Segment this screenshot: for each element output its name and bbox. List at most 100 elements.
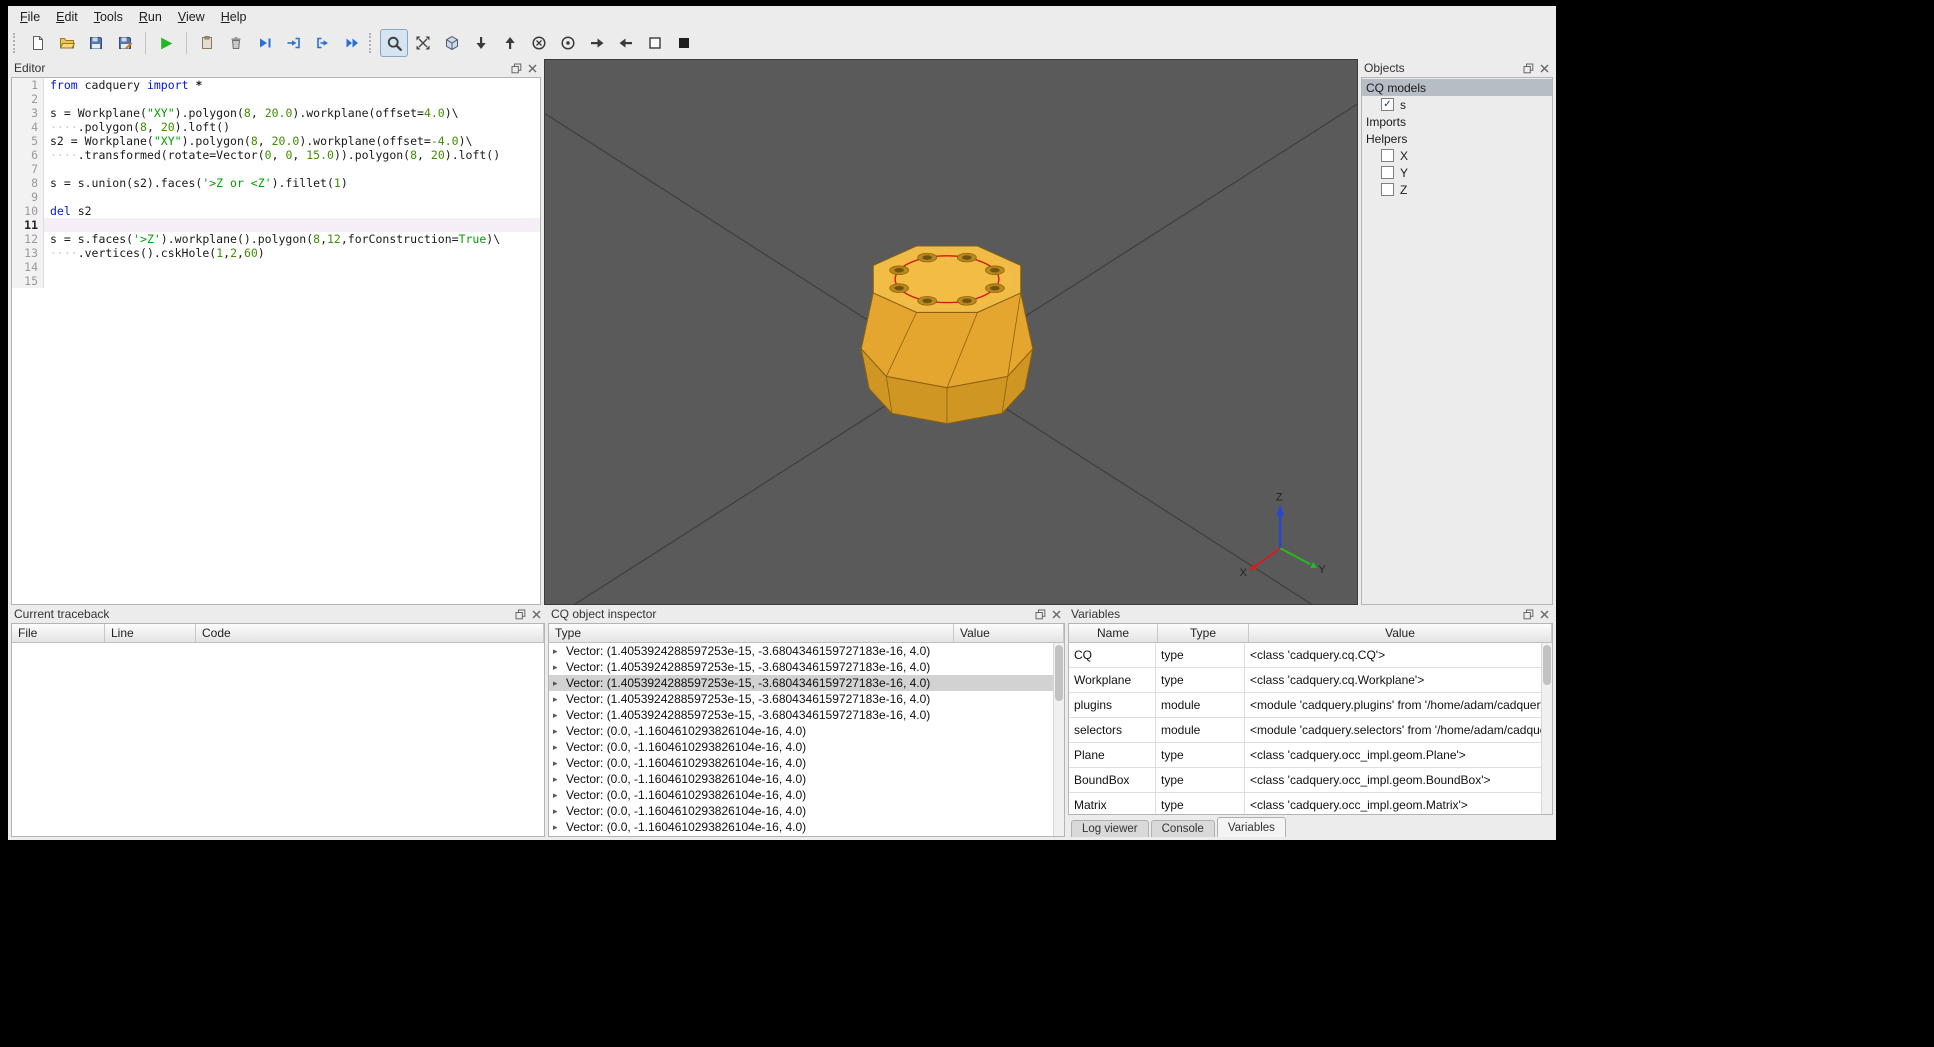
menu-help[interactable]: Help [213, 9, 255, 25]
float-panel-icon[interactable] [1034, 608, 1046, 620]
clipboard-button[interactable] [193, 29, 221, 57]
scrollbar-thumb[interactable] [1055, 645, 1063, 701]
delete-traces-button[interactable] [222, 29, 250, 57]
expander-icon[interactable]: ▸ [553, 646, 566, 657]
expander-icon[interactable]: ▸ [553, 726, 566, 737]
checkbox-z[interactable] [1381, 183, 1394, 196]
code-line-6[interactable]: 6 ····.transformed(rotate=Vector(0, 0, 15… [12, 148, 540, 162]
code-line-9[interactable]: 9 [12, 190, 540, 204]
expander-icon[interactable]: ▸ [553, 710, 566, 721]
variable-row-cq[interactable]: CQ type <class 'cadquery.cq.CQ'> [1069, 643, 1552, 668]
viewport-3d[interactable]: Z X Y [544, 59, 1358, 605]
variable-row-plane[interactable]: Plane type <class 'cadquery.occ_impl.geom.… [1069, 743, 1552, 768]
traceback-column-line[interactable]: Line [105, 624, 196, 642]
shaded-button[interactable] [670, 29, 698, 57]
inspector-column-type[interactable]: Type [549, 624, 954, 642]
tree-item-cq-models[interactable]: CQ models [1362, 79, 1552, 96]
traceback-column-file[interactable]: File [12, 624, 105, 642]
float-panel-icon[interactable] [510, 62, 522, 74]
inspector-row[interactable]: ▸ Vector: (1.4053924288597253e-15, -3.680… [549, 691, 1064, 707]
inspector-row[interactable]: ▸ Vector: (0.0, -1.1604610293826104e-16, … [549, 803, 1064, 819]
inspector-row[interactable]: ▸ Vector: (0.0, -1.1604610293826104e-16, … [549, 723, 1064, 739]
variable-row-boundbox[interactable]: BoundBox type <class 'cadquery.occ_impl.ge… [1069, 768, 1552, 793]
tree-item-s[interactable]: ✓ s [1362, 96, 1552, 113]
float-panel-icon[interactable] [1522, 62, 1534, 74]
inspector-column-value[interactable]: Value [954, 624, 1064, 642]
close-panel-icon[interactable] [526, 62, 538, 74]
tree-item-x[interactable]: X [1362, 147, 1552, 164]
close-panel-icon[interactable] [1538, 608, 1550, 620]
cad-model[interactable] [860, 245, 1034, 425]
toolbar-handle[interactable] [13, 33, 18, 53]
expander-icon[interactable]: ▸ [553, 662, 566, 673]
traceback-column-code[interactable]: Code [196, 624, 544, 642]
inspector-row[interactable]: ▸ Vector: (1.4053924288597253e-15, -3.680… [549, 659, 1064, 675]
save-as-button[interactable] [111, 29, 139, 57]
code-line-14[interactable]: 14 [12, 260, 540, 274]
inspector-row[interactable]: ▸ Vector: (0.0, -1.1604610293826104e-16, … [549, 771, 1064, 787]
code-editor[interactable]: 1 from cadquery import * 2 3 s = Workplane("… [11, 77, 541, 605]
close-panel-icon[interactable] [1050, 608, 1062, 620]
variable-row-selectors[interactable]: selectors module <module 'cadquery.selecto… [1069, 718, 1552, 743]
menu-file[interactable]: File [12, 9, 48, 25]
menu-edit[interactable]: Edit [48, 9, 86, 25]
bottom-view-button[interactable] [496, 29, 524, 57]
expander-icon[interactable]: ▸ [553, 742, 566, 753]
tab-variables[interactable]: Variables [1216, 817, 1286, 837]
inspector-row[interactable]: ▸ Vector: (0.0, -1.1604610293826104e-16, … [549, 739, 1064, 755]
variables-column-value[interactable]: Value [1249, 624, 1552, 642]
inspector-row[interactable]: ▸ Vector: (0.0, -1.1604610293826104e-16, … [549, 819, 1064, 835]
code-line-5[interactable]: 5 s2 = Workplane("XY").polygon(8, 20.0).w… [12, 134, 540, 148]
toolbar-handle[interactable] [369, 33, 374, 53]
code-line-13[interactable]: 13 ····.vertices().cskHole(1,2,60) [12, 246, 540, 260]
left-view-button[interactable] [612, 29, 640, 57]
expander-icon[interactable]: ▸ [553, 806, 566, 817]
step-over-button[interactable] [251, 29, 279, 57]
code-line-3[interactable]: 3s = Workplane("XY").polygon(8, 20.0).wo… [12, 106, 540, 120]
variables-column-type[interactable]: Type [1158, 624, 1249, 642]
vertical-scrollbar[interactable] [1053, 643, 1064, 836]
close-panel-icon[interactable] [530, 608, 542, 620]
new-file-button[interactable] [24, 29, 52, 57]
back-view-button[interactable] [554, 29, 582, 57]
code-line-7[interactable]: 7 [12, 162, 540, 176]
variable-row-workplane[interactable]: Workplane type <class 'cadquery.cq.Workpla… [1069, 668, 1552, 693]
inspector-row[interactable]: ▸ Vector: (1.4053924288597253e-15, -3.680… [549, 707, 1064, 723]
wireframe-button[interactable] [641, 29, 669, 57]
expander-icon[interactable]: ▸ [553, 694, 566, 705]
step-out-button[interactable] [309, 29, 337, 57]
expander-icon[interactable]: ▸ [553, 790, 566, 801]
tree-item-z[interactable]: Z [1362, 181, 1552, 198]
code-line-8[interactable]: 8s = s.union(s2).faces('>Z or <Z').fille… [12, 176, 540, 190]
float-panel-icon[interactable] [1522, 608, 1534, 620]
tab-log-viewer[interactable]: Log viewer [1071, 820, 1149, 837]
variable-row-matrix[interactable]: Matrix type <class 'cadquery.occ_impl.geom… [1069, 793, 1552, 814]
tree-item-y[interactable]: Y [1362, 164, 1552, 181]
inspector-row[interactable]: ▸ Vector: (1.4053924288597253e-15, -3.680… [549, 643, 1064, 659]
close-panel-icon[interactable] [1538, 62, 1550, 74]
expander-icon[interactable]: ▸ [553, 678, 566, 689]
top-view-button[interactable] [467, 29, 495, 57]
tree-item-helpers[interactable]: Helpers [1362, 130, 1552, 147]
inspector-row[interactable]: ▸ Vector: (0.0, -1.1604610293826104e-16, … [549, 755, 1064, 771]
code-line-2[interactable]: 2 [12, 92, 540, 106]
vertical-scrollbar[interactable] [1541, 643, 1552, 814]
expander-icon[interactable]: ▸ [553, 758, 566, 769]
inspector-row[interactable]: ▸ Vector: (1.4053924288597253e-15, -3.680… [549, 675, 1064, 691]
code-line-12[interactable]: 12 s = s.faces('>Z').workplane().polygon(… [12, 232, 540, 246]
code-line-11[interactable]: 11 [12, 218, 540, 232]
code-line-15[interactable]: 15 [12, 274, 540, 288]
code-line-4[interactable]: 4 ····.polygon(8, 20).loft() [12, 120, 540, 134]
menu-view[interactable]: View [170, 9, 213, 25]
scrollbar-thumb[interactable] [1543, 645, 1551, 685]
open-button[interactable] [53, 29, 81, 57]
tree-item-imports[interactable]: Imports [1362, 113, 1552, 130]
tab-console[interactable]: Console [1150, 820, 1215, 837]
continue-button[interactable] [338, 29, 366, 57]
iso-view-button[interactable] [438, 29, 466, 57]
inspector-row[interactable]: ▸ Vector: (0.0, -1.1604610293826104e-16, … [549, 787, 1064, 803]
float-panel-icon[interactable] [514, 608, 526, 620]
checkbox-y[interactable] [1381, 166, 1394, 179]
checkbox-x[interactable] [1381, 149, 1394, 162]
right-view-button[interactable] [583, 29, 611, 57]
